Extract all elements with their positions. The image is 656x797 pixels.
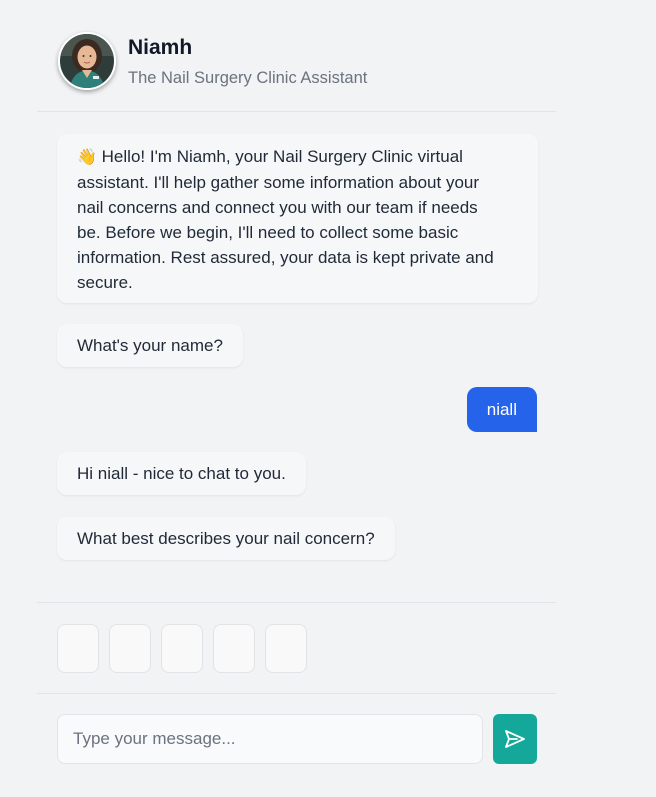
bot-message-greeting: Hi niall - nice to chat to you. — [57, 452, 306, 495]
quick-reply-button[interactable] — [265, 624, 307, 673]
quick-reply-button[interactable] — [213, 624, 255, 673]
intro-line: information. Rest assured, your data is … — [77, 248, 494, 267]
bot-message-ask-concern: What best describes your nail concern? — [57, 517, 395, 560]
intro-line: Hello! I'm Niamh, your Nail Surgery Clin… — [101, 147, 463, 166]
intro-line: nail concerns and connect you with our t… — [77, 198, 478, 217]
assistant-name: Niamh — [128, 36, 193, 59]
intro-line: be. Before we begin, I'll need to collec… — [77, 223, 459, 242]
quick-reply-button[interactable] — [161, 624, 203, 673]
chat-widget: Niamh The Nail Surgery Clinic Assistant … — [37, 0, 556, 797]
send-button[interactable] — [493, 714, 537, 764]
quick-reply-button[interactable] — [109, 624, 151, 673]
message-list: 👋 Hello! I'm Niamh, your Nail Surgery Cl… — [37, 112, 556, 602]
waving-hand-icon: 👋 — [77, 149, 97, 166]
intro-line: assistant. I'll help gather some informa… — [77, 173, 480, 192]
assistant-subtitle: The Nail Surgery Clinic Assistant — [128, 69, 368, 87]
assistant-photo-icon — [60, 34, 114, 88]
chat-header: Niamh The Nail Surgery Clinic Assistant — [37, 0, 556, 112]
send-icon — [505, 730, 525, 748]
message-input[interactable] — [57, 714, 483, 764]
bot-message-intro: 👋 Hello! I'm Niamh, your Nail Surgery Cl… — [57, 134, 538, 303]
assistant-avatar — [58, 32, 116, 90]
quick-replies — [37, 602, 556, 694]
intro-line: secure. — [77, 273, 133, 292]
user-message: niall — [466, 387, 537, 432]
quick-reply-button[interactable] — [57, 624, 99, 673]
bot-message-ask-name: What's your name? — [57, 324, 243, 367]
